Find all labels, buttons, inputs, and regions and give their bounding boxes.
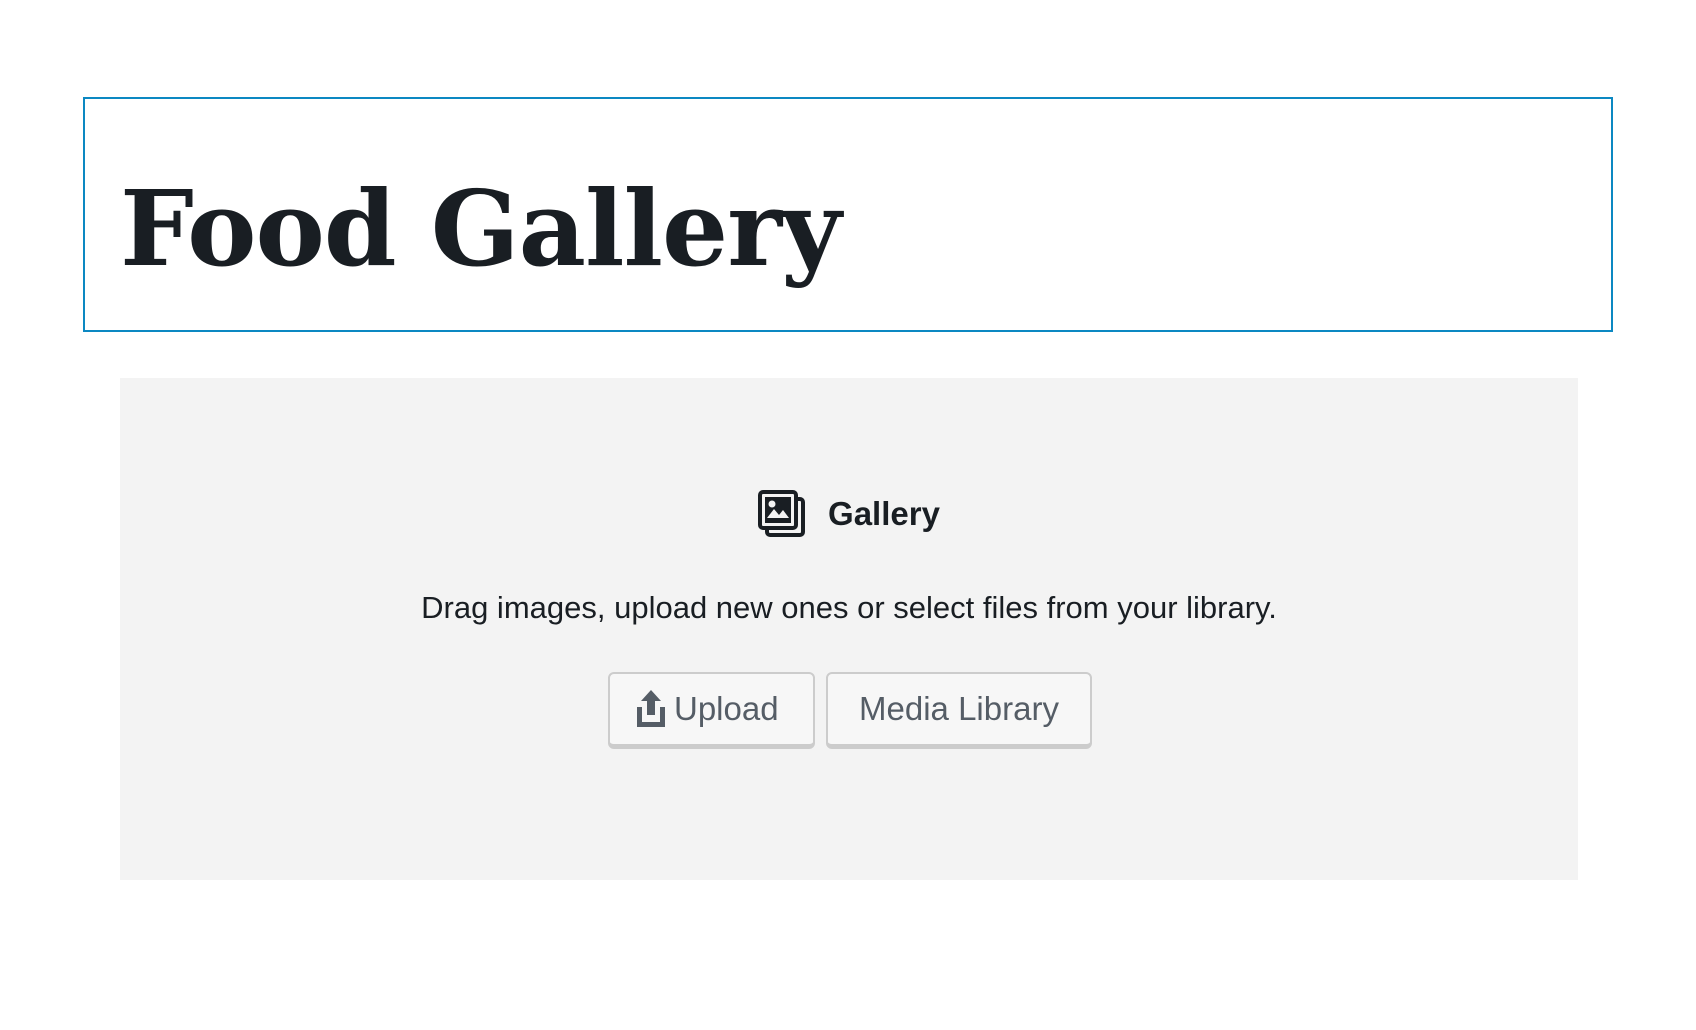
upload-button[interactable]: Upload [608,672,815,748]
gallery-block-label: Gallery [120,490,1578,538]
post-title-block[interactable]: Food Gallery [83,97,1613,332]
media-library-button[interactable]: Media Library [826,672,1092,748]
upload-button-label: Upload [674,690,779,727]
media-library-button-label: Media Library [859,690,1059,727]
upload-icon [634,689,668,729]
gallery-block-instructions: Drag images, upload new ones or select f… [421,590,1277,625]
gallery-block-buttons: Upload Media Library [120,672,1578,748]
post-title[interactable]: Food Gallery [120,169,841,289]
gallery-block-title: Gallery [828,495,940,532]
gallery-icon [758,490,806,538]
gallery-block-placeholder[interactable]: Gallery Drag images, upload new ones or … [120,378,1578,880]
